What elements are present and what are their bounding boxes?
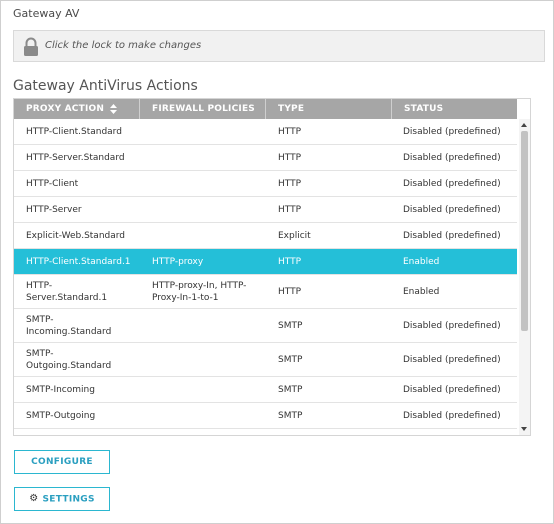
table-row[interactable]: SMTP-Outgoing SMTP Disabled (predefined) [14,403,517,429]
table-row[interactable]: HTTP-Client.Standard HTTP Disabled (predef… [14,119,517,145]
table-row[interactable]: HTTP-Client HTTP Disabled (predefined) [14,171,517,197]
column-label: PROXY ACTION [26,104,105,114]
cell-type: HTTP [278,205,302,215]
column-header-type[interactable]: TYPE [266,99,392,119]
vertical-scrollbar[interactable] [519,119,530,435]
table-header: PROXY ACTION FIREWALL POLICIES TYPE STAT… [14,99,517,119]
cell-status: Disabled (predefined) [403,411,501,421]
table-row[interactable]: HTTP-Client.Standard.1 HTTP-proxy HTTP Enab… [14,249,517,275]
lock-bar: Click the lock to make changes [13,30,545,62]
cell-type: HTTP [278,153,302,163]
cell-type: HTTP [278,127,302,137]
cell-type: HTTP [278,257,302,267]
cell-proxy-action: SMTP-Outgoing [26,411,96,421]
lock-message: Click the lock to make changes [45,40,202,51]
cell-policies: HTTP-proxy [152,257,204,267]
configure-button-label: CONFIGURE [31,457,93,467]
column-label: FIREWALL POLICIES [152,104,255,114]
cell-type: SMTP [278,321,303,331]
cell-type: HTTP [278,179,302,189]
column-header-firewall-policies[interactable]: FIREWALL POLICIES [140,99,266,119]
table-row[interactable]: SMTP-Incoming SMTP Disabled (predefined) [14,377,517,403]
cell-type: SMTP [278,385,303,395]
table-body: HTTP-Client.Standard HTTP Disabled (predef… [14,119,517,429]
cell-proxy-action: HTTP-Server.Standard [26,153,125,163]
configure-button[interactable]: CONFIGURE [14,450,110,474]
cell-status: Enabled [403,257,440,267]
cell-proxy-action: SMTP- Incoming.Standard [26,315,112,337]
cell-type: SMTP [278,411,303,421]
cell-type: SMTP [278,355,303,365]
table-row[interactable]: SMTP- Incoming.Standard SMTP Disabled (pre… [14,309,517,343]
column-label: TYPE [278,104,305,114]
page-title: Gateway AV [13,7,80,20]
cell-status: Disabled (predefined) [403,153,501,163]
scroll-up-icon[interactable] [521,123,527,127]
table-row[interactable]: HTTP-Server.Standard HTTP Disabled (predef… [14,145,517,171]
column-header-status[interactable]: STATUS [392,99,517,119]
table-row[interactable]: HTTP- Server.Standard.1 HTTP-proxy-In, HT… [14,275,517,309]
cell-status: Disabled (predefined) [403,179,501,189]
cell-status: Enabled [403,287,440,297]
cell-status: Disabled (predefined) [403,321,501,331]
table-row[interactable]: SMTP- Outgoing.Standard SMTP Disabled (pre… [14,343,517,377]
cell-type: Explicit [278,231,311,241]
cell-proxy-action: Explicit-Web.Standard [26,231,126,241]
actions-table: PROXY ACTION FIREWALL POLICIES TYPE STAT… [13,98,531,436]
column-label: STATUS [404,104,444,114]
section-title: Gateway AntiVirus Actions [13,78,198,94]
cell-status: Disabled (predefined) [403,127,501,137]
cell-type: HTTP [278,287,302,297]
settings-button[interactable]: ⚙ SETTINGS [14,487,110,511]
cell-status: Disabled (predefined) [403,355,501,365]
cell-status: Disabled (predefined) [403,205,501,215]
cell-status: Disabled (predefined) [403,231,501,241]
cell-policies: HTTP-proxy-In, HTTP- Proxy-In-1-to-1 [152,281,247,303]
cell-proxy-action: SMTP- Outgoing.Standard [26,349,112,371]
cell-proxy-action: HTTP-Client [26,179,79,189]
table-row[interactable]: HTTP-Server HTTP Disabled (predefined) [14,197,517,223]
cell-proxy-action: HTTP- Server.Standard.1 [26,281,108,303]
cell-proxy-action: HTTP-Client.Standard [26,127,122,137]
sort-icon [110,103,118,114]
gear-icon: ⚙ [29,493,39,504]
table-row[interactable]: Explicit-Web.Standard Explicit Disabled (p… [14,223,517,249]
cell-proxy-action: HTTP-Client.Standard.1 [26,257,131,267]
cell-proxy-action: HTTP-Server [26,205,82,215]
scroll-thumb[interactable] [521,131,528,331]
scroll-down-icon[interactable] [521,427,527,431]
lock-icon[interactable] [22,37,40,57]
column-header-proxy-action[interactable]: PROXY ACTION [14,99,140,119]
cell-status: Disabled (predefined) [403,385,501,395]
settings-button-label: SETTINGS [42,494,95,505]
cell-proxy-action: SMTP-Incoming [26,385,95,395]
app-window: Gateway AV Click the lock to make change… [0,0,554,524]
